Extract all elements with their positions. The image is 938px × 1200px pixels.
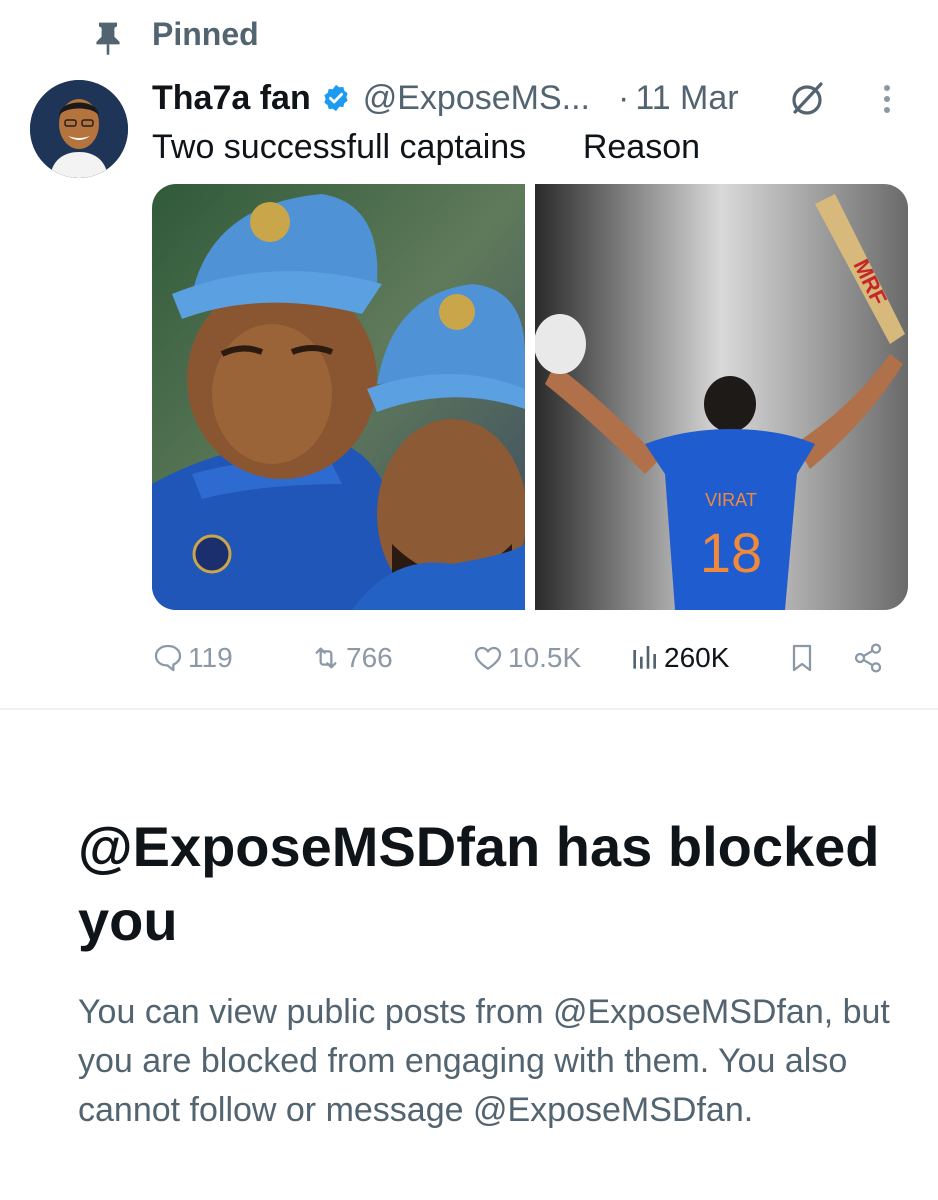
author-display-name[interactable]: Tha7a fan bbox=[152, 79, 311, 118]
reply-button[interactable]: 119 bbox=[152, 636, 233, 680]
share-icon bbox=[854, 643, 882, 673]
views-button[interactable]: 260K bbox=[628, 636, 729, 680]
tweet-actions: 119 766 10.5K 260K bbox=[152, 636, 912, 680]
separator-dot: · bbox=[617, 78, 630, 117]
avatar[interactable] bbox=[30, 80, 128, 178]
heart-icon bbox=[474, 646, 502, 670]
more-options-icon[interactable] bbox=[872, 82, 902, 116]
like-button[interactable]: 10.5K bbox=[472, 636, 581, 680]
reply-icon bbox=[154, 644, 182, 672]
repost-button[interactable]: 766 bbox=[310, 636, 393, 680]
pin-icon bbox=[92, 20, 124, 56]
repost-icon bbox=[315, 647, 337, 669]
bookmark-button[interactable] bbox=[786, 636, 818, 680]
verified-badge-icon[interactable] bbox=[321, 83, 351, 113]
media-image-virat[interactable]: MRF VIRAT 18 bbox=[534, 184, 908, 610]
pinned-label: Pinned bbox=[152, 16, 259, 52]
bookmark-icon bbox=[792, 644, 812, 672]
jersey-name: VIRAT bbox=[705, 490, 757, 510]
tweet-media-grid: MRF VIRAT 18 bbox=[152, 184, 908, 610]
divider bbox=[0, 708, 938, 710]
media-image-captains[interactable] bbox=[152, 184, 527, 610]
blocked-title: @ExposeMSDfan has blocked you bbox=[78, 815, 880, 952]
blocked-description: You can view public posts from @ExposeMS… bbox=[78, 993, 890, 1129]
views-count: 260K bbox=[664, 642, 730, 673]
like-count: 10.5K bbox=[508, 642, 582, 673]
author-handle[interactable]: @ExposeMS... bbox=[363, 79, 590, 118]
repost-count: 766 bbox=[346, 642, 393, 673]
tweet-header: Tha7a fan @ExposeMS... · 11 Mar bbox=[152, 76, 739, 120]
tweet-date[interactable]: 11 Mar bbox=[635, 79, 738, 118]
share-button[interactable] bbox=[852, 636, 884, 680]
views-icon bbox=[633, 646, 656, 669]
grok-icon[interactable] bbox=[786, 78, 828, 120]
tweet-text: Two successfull captains Reason bbox=[152, 128, 701, 166]
jersey-number: 18 bbox=[700, 521, 762, 584]
reply-count: 119 bbox=[188, 642, 233, 673]
